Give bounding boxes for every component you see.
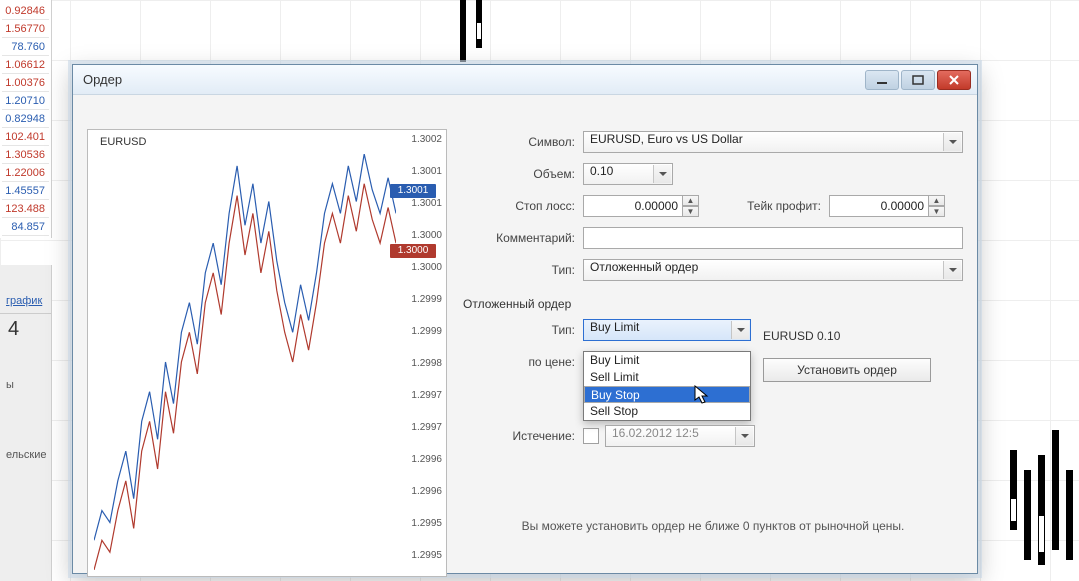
order-dialog: Ордер EURUSD 1.30021.30011.30011.30001.3…: [72, 64, 978, 574]
label-type: Тип:: [463, 263, 583, 277]
takeprofit-value[interactable]: 0.00000: [829, 195, 929, 217]
y-tick: 1.3001: [411, 166, 442, 177]
order-tick-chart: EURUSD 1.30021.30011.30011.30001.30001.2…: [87, 129, 447, 577]
spinner-up-icon[interactable]: ▲: [683, 195, 699, 206]
spinner-down-icon[interactable]: ▼: [929, 206, 945, 217]
tick-chart-svg: [94, 154, 396, 570]
series-ask: [94, 154, 396, 540]
y-tick: 1.2999: [411, 326, 442, 337]
y-tick: 1.2997: [411, 390, 442, 401]
symbol-lot-display: EURUSD 0.10: [763, 329, 840, 343]
order-type-select[interactable]: Отложенный ордер: [583, 259, 963, 281]
y-tick: 1.2995: [411, 518, 442, 529]
spinner-down-icon[interactable]: ▼: [683, 206, 699, 217]
price-row: 1.06612: [2, 56, 49, 74]
price-row: 1.20710: [2, 92, 49, 110]
order-form: Символ: EURUSD, Euro vs US Dollar Объем:…: [463, 129, 963, 559]
expiry-value: 16.02.2012 12:5: [612, 426, 699, 440]
left-strip: график 4 ы ельские: [0, 265, 52, 581]
price-row: 1.45557: [2, 182, 49, 200]
label-volume: Объем:: [463, 167, 583, 181]
dropdown-option[interactable]: Sell Stop: [584, 403, 750, 420]
expiry-checkbox[interactable]: [583, 428, 599, 444]
price-row: 102.401: [2, 128, 49, 146]
comment-input[interactable]: [583, 227, 963, 249]
order-type-value: Отложенный ордер: [590, 260, 698, 274]
volume-value: 0.10: [590, 164, 613, 178]
y-tick: 1.3000: [411, 230, 442, 241]
label-pending-type: Тип:: [463, 323, 583, 337]
close-button[interactable]: [937, 70, 971, 90]
label-at-price: по цене:: [463, 355, 583, 369]
label-stoploss: Стоп лосс:: [463, 199, 583, 213]
chevron-down-icon: [943, 261, 961, 279]
chart-link[interactable]: график: [0, 291, 51, 314]
spinner-up-icon[interactable]: ▲: [929, 195, 945, 206]
y-tick: 1.2996: [411, 486, 442, 497]
stoploss-spinner[interactable]: 0.00000 ▲▼: [583, 195, 699, 217]
label-expiry: Истечение:: [463, 429, 583, 443]
symbol-select-value: EURUSD, Euro vs US Dollar: [590, 132, 743, 146]
place-order-button[interactable]: Установить ордер: [763, 358, 931, 382]
y-tick: 1.2996: [411, 454, 442, 465]
y-tick: 1.3000: [411, 262, 442, 273]
chevron-down-icon: [731, 321, 749, 339]
price-row: 1.22006: [2, 164, 49, 182]
price-row: 0.92846: [2, 2, 49, 20]
price-row: 1.00376: [2, 74, 49, 92]
expiry-datetime[interactable]: 16.02.2012 12:5: [605, 425, 755, 447]
ask-price-tag: 1.3001: [390, 184, 436, 198]
dialog-title: Ордер: [83, 72, 865, 87]
price-row: 84.857: [2, 218, 49, 236]
dropdown-option[interactable]: Sell Limit: [584, 369, 750, 386]
label-comment: Комментарий:: [463, 231, 583, 245]
strip-item-2: ы: [0, 375, 51, 395]
pending-section-label: Отложенный ордер: [463, 297, 963, 311]
series-bid: [94, 184, 396, 570]
y-tick: 1.2999: [411, 294, 442, 305]
maximize-button[interactable]: [901, 70, 935, 90]
price-row: 1.56770: [2, 20, 49, 38]
pending-type-select[interactable]: Buy Limit: [583, 319, 751, 341]
chevron-down-icon: [653, 165, 671, 183]
footer-note: Вы можете установить ордер не ближе 0 пу…: [463, 519, 963, 533]
dropdown-option[interactable]: Buy Limit: [584, 352, 750, 369]
volume-select[interactable]: 0.10: [583, 163, 673, 185]
price-row: 123.488: [2, 200, 49, 218]
price-row: 78.760: [2, 38, 49, 56]
y-tick: 1.2997: [411, 422, 442, 433]
y-tick: 1.2998: [411, 358, 442, 369]
label-symbol: Символ:: [463, 135, 583, 149]
price-row: 1.30536: [2, 146, 49, 164]
minimize-button[interactable]: [865, 70, 899, 90]
bid-price-tag: 1.3000: [390, 244, 436, 258]
pending-type-dropdown[interactable]: Buy LimitSell LimitBuy StopSell Stop: [583, 351, 751, 421]
strip-big-number: 4: [0, 314, 51, 345]
strip-item-3: ельские: [0, 445, 51, 465]
dropdown-option[interactable]: Buy Stop: [584, 386, 750, 403]
price-row: 0.82948: [2, 110, 49, 128]
symbol-select[interactable]: EURUSD, Euro vs US Dollar: [583, 131, 963, 153]
pending-type-value: Buy Limit: [590, 320, 639, 334]
cursor-icon: [694, 385, 710, 405]
titlebar[interactable]: Ордер: [73, 65, 977, 95]
stoploss-value[interactable]: 0.00000: [583, 195, 683, 217]
y-tick: 1.3001: [411, 198, 442, 209]
chart-symbol-label: EURUSD: [100, 136, 146, 148]
market-watch-prices: 0.928461.5677078.7601.066121.003761.2071…: [0, 0, 52, 238]
y-tick: 1.2995: [411, 550, 442, 561]
y-tick: 1.3002: [411, 134, 442, 145]
chevron-down-icon: [943, 133, 961, 151]
label-takeprofit: Тейк профит:: [699, 199, 829, 213]
chevron-down-icon: [735, 427, 753, 445]
takeprofit-spinner[interactable]: 0.00000 ▲▼: [829, 195, 945, 217]
